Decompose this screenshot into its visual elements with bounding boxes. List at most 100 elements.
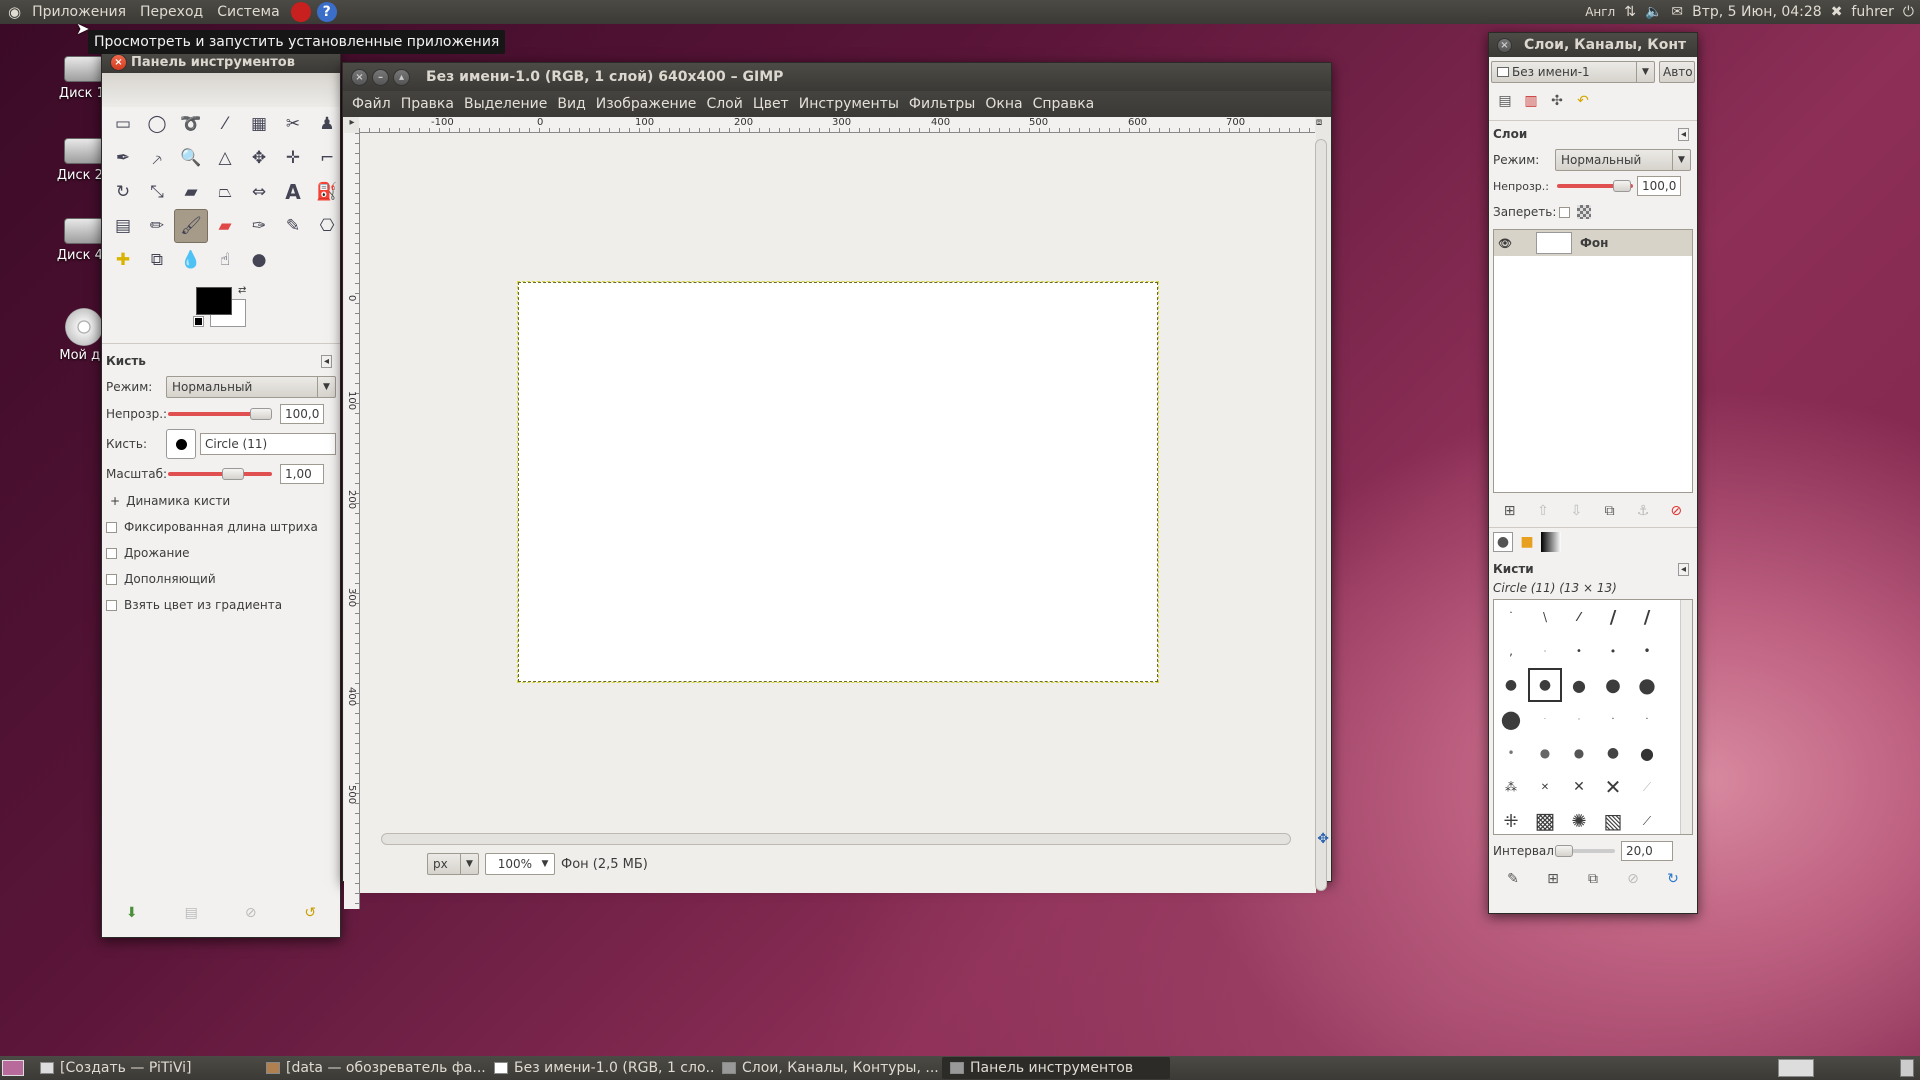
tab-undo-icon[interactable]: ↶ <box>1573 91 1593 111</box>
brush-dynamics-expander[interactable]: + Динамика кисти <box>102 488 340 514</box>
minimize-icon[interactable]: – <box>372 68 389 86</box>
checkbox-icon[interactable] <box>106 573 117 585</box>
clock[interactable]: Втр, 5 Июн, 04:28 <box>1692 4 1822 20</box>
menu-colors[interactable]: Цвет <box>748 96 794 112</box>
menu-file[interactable]: Файл <box>347 96 396 112</box>
brush-item[interactable]: · <box>1630 702 1664 736</box>
brush-item[interactable]: • <box>1630 634 1664 668</box>
brush-item[interactable]: ▩ <box>1528 804 1562 834</box>
crop-icon[interactable]: ⌐ <box>310 141 344 175</box>
brush-item[interactable]: ⁜ <box>1494 804 1528 834</box>
eraser-icon[interactable]: ▰ <box>208 209 242 243</box>
checkbox-icon[interactable] <box>106 599 117 611</box>
menu-help[interactable]: Справка <box>1028 96 1100 112</box>
brush-item[interactable]: ● <box>1528 736 1562 770</box>
bucket-fill-icon[interactable]: ⛽ <box>310 175 344 209</box>
new-layer-icon[interactable]: ⊞ <box>1500 501 1520 521</box>
interval-spin[interactable]: 20,0 <box>1621 841 1673 861</box>
brush-item[interactable]: ● <box>1596 668 1630 702</box>
slider-handle[interactable] <box>222 468 244 480</box>
quick-mask-corner-icon[interactable]: ▸ <box>344 117 360 133</box>
mode-combo[interactable]: Нормальный ▼ <box>166 376 336 398</box>
close-icon[interactable]: × <box>110 53 127 71</box>
task-toolbox[interactable]: Панель инструментов <box>942 1057 1170 1079</box>
flip-icon[interactable]: ⇔ <box>242 175 276 209</box>
checkbox-gradient-color[interactable]: Взять цвет из градиента <box>102 592 340 618</box>
vertical-scrollbar[interactable] <box>1315 139 1327 891</box>
close-icon[interactable]: × <box>1497 37 1512 53</box>
layer-name[interactable]: Фон <box>1580 236 1608 250</box>
reset-options-icon[interactable]: ↺ <box>300 903 320 923</box>
help-icon[interactable]: ? <box>316 2 337 22</box>
brush-item[interactable]: ⁂ <box>1494 770 1528 804</box>
ink-icon[interactable]: ✎ <box>276 209 310 243</box>
anchor-layer-icon[interactable]: ⚓ <box>1633 501 1653 521</box>
menu-filters[interactable]: Фильтры <box>904 96 980 112</box>
brush-item[interactable]: ● <box>1562 736 1596 770</box>
foreground-select-icon[interactable]: ♟ <box>310 107 344 141</box>
checkbox-icon[interactable] <box>106 547 117 559</box>
menu-image[interactable]: Изображение <box>591 96 702 112</box>
panel-menu-icon[interactable]: ◂ <box>1677 562 1689 576</box>
paths-icon[interactable]: ✒ <box>106 141 140 175</box>
opacity-slider[interactable] <box>168 408 272 420</box>
layers-list[interactable]: 👁 Фон <box>1493 229 1693 493</box>
visibility-eye-icon[interactable]: 👁 <box>1494 237 1516 250</box>
layer-opacity-spin[interactable]: 100,0 <box>1637 176 1681 196</box>
airbrush-icon[interactable]: ✑ <box>242 209 276 243</box>
brush-item[interactable]: ⟋ <box>1630 804 1664 834</box>
default-colors-icon[interactable] <box>193 316 204 327</box>
brush-item[interactable]: / <box>1596 600 1630 634</box>
brush-item[interactable]: • <box>1494 736 1528 770</box>
scale-slider[interactable] <box>168 468 272 480</box>
brush-item[interactable]: ✺ <box>1562 804 1596 834</box>
foreground-color-swatch[interactable] <box>196 287 232 315</box>
menu-system[interactable]: Система <box>210 4 286 20</box>
edit-brush-icon[interactable]: ✎ <box>1503 869 1523 889</box>
brush-item[interactable]: ● <box>1494 702 1528 736</box>
brush-item[interactable]: ● <box>1494 668 1528 702</box>
brush-item[interactable]: ✕ <box>1596 770 1630 804</box>
refresh-brushes-icon[interactable]: ↻ <box>1663 869 1683 889</box>
tab-brushes-icon[interactable]: ● <box>1493 532 1513 552</box>
navigate-icon[interactable]: ✥ <box>1317 831 1329 847</box>
save-options-icon[interactable]: ⬇ <box>122 903 142 923</box>
toolbox-titlebar[interactable]: × Панель инструментов <box>102 51 340 73</box>
zoom-combo[interactable]: 100% ▼ <box>485 853 555 875</box>
measure-icon[interactable]: △ <box>208 141 242 175</box>
scale-icon[interactable]: ⤡ <box>140 175 174 209</box>
tab-gradients-icon[interactable] <box>1541 532 1561 552</box>
dodge-burn-icon[interactable]: ● <box>242 243 276 277</box>
brush-item[interactable]: / <box>1630 600 1664 634</box>
zoom-icon[interactable]: 🔍 <box>174 141 208 175</box>
lock-alpha-icon[interactable] <box>1577 205 1591 219</box>
checkbox-jitter[interactable]: Дрожание <box>102 540 340 566</box>
power-icon[interactable]: ⏻ <box>1903 4 1914 20</box>
perspective-icon[interactable]: ⏢ <box>208 175 242 209</box>
task-pitivi[interactable]: [Создать — PiTiVi] <box>32 1057 258 1079</box>
rotate-icon[interactable]: ↻ <box>106 175 140 209</box>
image-select-combo[interactable]: Без имени-1 ▼ <box>1491 61 1655 83</box>
brush-item-selected[interactable]: ● <box>1528 668 1562 702</box>
duplicate-layer-icon[interactable]: ⧉ <box>1600 501 1620 521</box>
zoom-fit-icon[interactable]: ⧈ <box>1311 117 1327 133</box>
brush-item[interactable]: ● <box>1630 668 1664 702</box>
image-window-titlebar[interactable]: × – ▴ Без имени-1.0 (RGB, 1 слой) 640x40… <box>343 63 1331 91</box>
checkbox-fixed-length[interactable]: Фиксированная длина штриха <box>102 514 340 540</box>
brush-item[interactable]: · <box>1528 634 1562 668</box>
brush-item[interactable]: ● <box>1596 736 1630 770</box>
brush-item[interactable]: · <box>1596 702 1630 736</box>
opacity-spin[interactable]: 100,0 <box>280 404 324 424</box>
brush-item[interactable]: ● <box>1562 668 1596 702</box>
new-brush-icon[interactable]: ⊞ <box>1543 869 1563 889</box>
task-layers-dock[interactable]: Слои, Каналы, Контуры, ... <box>714 1057 942 1079</box>
brush-item[interactable]: ⟋ <box>1630 770 1664 804</box>
brush-item[interactable]: ● <box>1630 736 1664 770</box>
tab-paths-icon[interactable]: ✣ <box>1547 91 1567 111</box>
brush-item[interactable]: ˙ <box>1494 600 1528 634</box>
ellipse-select-icon[interactable]: ◯ <box>140 107 174 141</box>
rect-select-icon[interactable]: ▭ <box>106 107 140 141</box>
layers-dock-titlebar[interactable]: × Слои, Каналы, Конт <box>1489 33 1697 57</box>
task-file-browser[interactable]: [data — обозреватель фа... <box>258 1057 486 1079</box>
layer-mode-combo[interactable]: Нормальный ▼ <box>1555 149 1691 171</box>
